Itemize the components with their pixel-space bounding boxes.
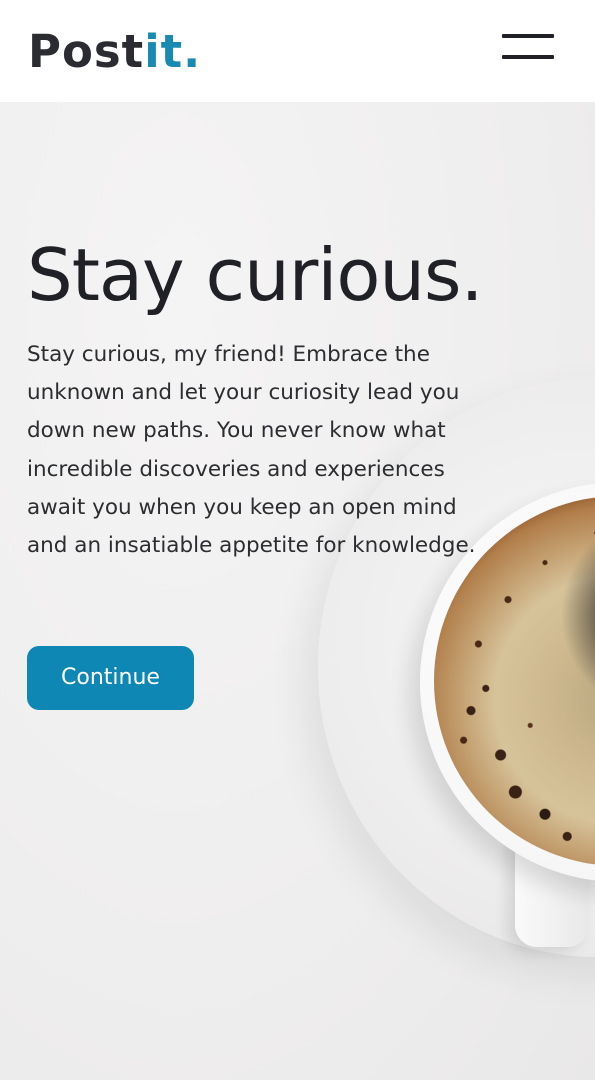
continue-button[interactable]: Continue [27, 646, 194, 710]
logo-accent-text: it [144, 25, 184, 78]
logo-text: Post [28, 25, 145, 78]
logo[interactable]: Postit. [28, 25, 201, 79]
hero-title: Stay curious. [27, 233, 483, 317]
hero-body-text: Stay curious, my friend! Embrace the unk… [27, 342, 476, 559]
menu-icon-bar [502, 55, 554, 59]
app-header: Postit. [0, 0, 595, 102]
menu-icon[interactable] [496, 30, 560, 66]
menu-icon-bar [502, 34, 554, 38]
logo-dot: . [183, 25, 202, 78]
